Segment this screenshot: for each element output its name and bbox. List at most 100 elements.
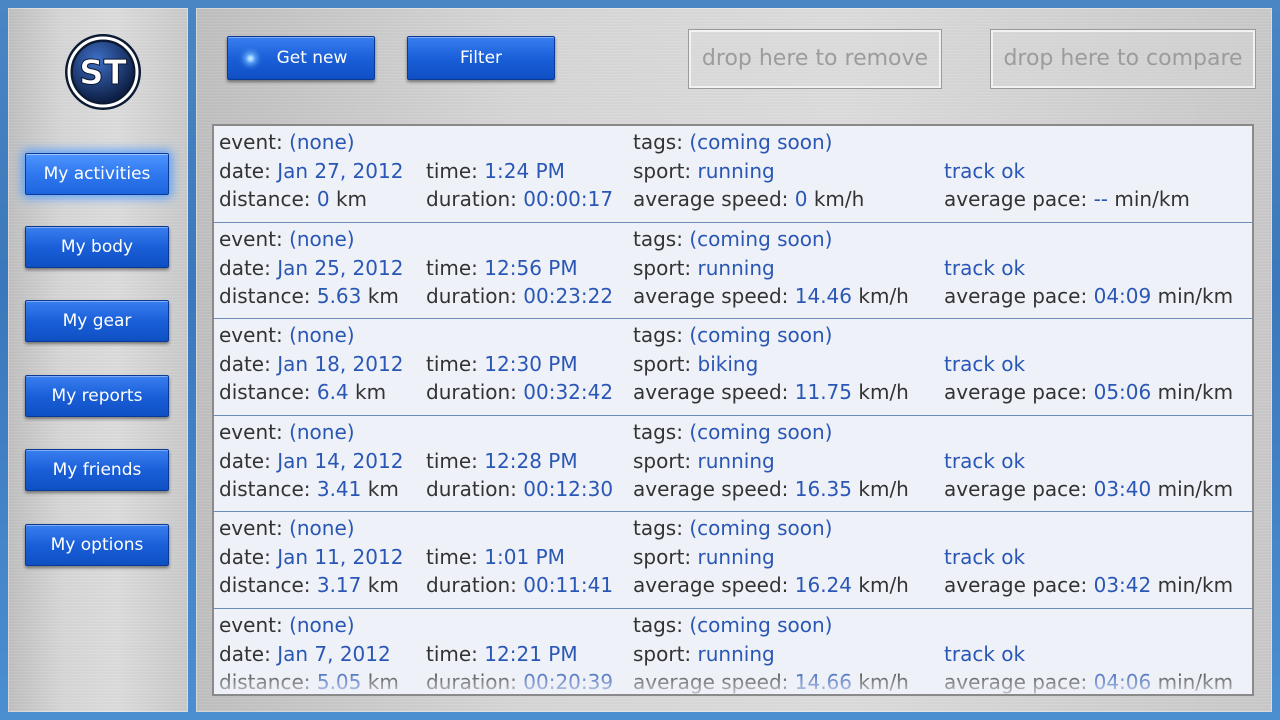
tags-label: tags: xyxy=(633,516,683,541)
average-pace-field: average pace: 05:06 min/km xyxy=(944,380,1233,404)
date-value: Jan 7, 2012 xyxy=(277,641,391,666)
average-pace-field: average pace: 03:42 min/km xyxy=(944,573,1233,597)
track-status-value[interactable]: track ok xyxy=(944,159,1025,183)
activity-row[interactable]: event: (none) tags: (coming soon) date: Ja… xyxy=(214,126,1252,223)
distance-value: 3.41 xyxy=(316,476,362,501)
time-label: time: xyxy=(426,545,478,570)
date-value: Jan 18, 2012 xyxy=(277,352,404,377)
activity-row[interactable]: event: (none) tags: (coming soon) date: Ja… xyxy=(214,416,1252,513)
sidebar-item-my-friends[interactable]: My friends xyxy=(25,449,169,491)
distance-label: distance: xyxy=(219,283,311,308)
get-new-button[interactable]: Get new xyxy=(227,36,375,80)
sidebar-item-my-reports[interactable]: My reports xyxy=(25,375,169,417)
distance-unit: km xyxy=(335,187,368,211)
activity-row[interactable]: event: (none) tags: (coming soon) date: Ja… xyxy=(214,512,1252,609)
tags-label: tags: xyxy=(633,130,683,154)
distance-unit: km xyxy=(367,573,399,598)
track-status-field: track ok xyxy=(944,449,1025,473)
app-logo: ST xyxy=(63,32,143,112)
track-status-field: track ok xyxy=(944,545,1025,569)
track-status-value[interactable]: track ok xyxy=(944,256,1025,280)
distance-value: 5.05 xyxy=(316,669,362,694)
distance-value: 3.17 xyxy=(316,573,362,598)
drop-zone-remove[interactable]: drop here to remove xyxy=(688,29,942,89)
date-field: date: Jan 7, 2012 xyxy=(219,642,391,666)
event-field: event: (none) xyxy=(219,613,355,637)
event-field: event: (none) xyxy=(219,227,355,251)
distance-field: distance: 3.41 km xyxy=(219,477,399,501)
date-field: date: Jan 27, 2012 xyxy=(219,159,403,183)
track-status-value[interactable]: track ok xyxy=(944,449,1025,473)
tags-value: (coming soon) xyxy=(689,516,833,541)
duration-value: 00:32:42 xyxy=(523,380,614,405)
event-label: event: xyxy=(219,323,283,348)
time-label: time: xyxy=(426,352,478,377)
average-pace-value: 04:06 xyxy=(1093,669,1152,694)
duration-label: duration: xyxy=(426,476,517,501)
average-pace-field: average pace: -- min/km xyxy=(944,187,1190,211)
time-value: 1:24 PM xyxy=(484,159,565,183)
activity-list[interactable]: event: (none) tags: (coming soon) date: Ja… xyxy=(212,124,1254,696)
average-pace-value: 05:06 xyxy=(1093,380,1152,405)
tags-value: (coming soon) xyxy=(689,130,833,154)
event-value: (none) xyxy=(289,323,355,348)
average-speed-label: average speed: xyxy=(633,573,789,598)
time-label: time: xyxy=(426,159,478,183)
average-pace-label: average pace: xyxy=(944,669,1088,694)
distance-value: 6.4 xyxy=(316,380,349,405)
sidebar-item-my-options[interactable]: My options xyxy=(25,524,169,566)
duration-field: duration: 00:20:39 xyxy=(426,670,613,694)
distance-unit: km xyxy=(355,380,387,405)
duration-field: duration: 00:11:41 xyxy=(426,573,613,597)
filter-button[interactable]: Filter xyxy=(407,36,555,80)
sidebar-item-my-activities[interactable]: My activities xyxy=(25,153,169,195)
track-status-value[interactable]: track ok xyxy=(944,642,1025,666)
drop-zone-compare[interactable]: drop here to compare xyxy=(990,29,1256,89)
duration-value: 00:00:17 xyxy=(523,187,614,211)
event-field: event: (none) xyxy=(219,516,355,540)
average-speed-field: average speed: 14.66 km/h xyxy=(633,670,909,694)
time-value: 12:28 PM xyxy=(484,448,578,473)
activity-row[interactable]: event: (none) tags: (coming soon) date: Ja… xyxy=(214,223,1252,320)
time-value: 12:30 PM xyxy=(484,352,578,377)
average-pace-unit: min/km xyxy=(1157,283,1234,308)
tags-label: tags: xyxy=(633,323,683,348)
track-status-value[interactable]: track ok xyxy=(944,352,1025,376)
time-label: time: xyxy=(426,255,478,280)
time-field: time: 12:56 PM xyxy=(426,256,578,280)
time-field: time: 12:28 PM xyxy=(426,449,578,473)
duration-field: duration: 00:32:42 xyxy=(426,380,613,404)
activity-row[interactable]: event: (none) tags: (coming soon) date: Ja… xyxy=(214,319,1252,416)
sidebar-item-my-body[interactable]: My body xyxy=(25,226,169,268)
average-pace-unit: min/km xyxy=(1157,380,1234,405)
average-speed-unit: km/h xyxy=(858,669,909,694)
sport-field: sport: running xyxy=(633,256,775,280)
track-status-value[interactable]: track ok xyxy=(944,545,1025,569)
sport-field: sport: running xyxy=(633,642,775,666)
average-pace-value: 04:09 xyxy=(1093,283,1152,308)
tags-value: (coming soon) xyxy=(689,323,833,348)
average-pace-value: 03:42 xyxy=(1093,573,1152,598)
sport-value: running xyxy=(697,545,775,570)
average-pace-value: 03:40 xyxy=(1093,476,1152,501)
date-label: date: xyxy=(219,545,271,570)
average-speed-field: average speed: 11.75 km/h xyxy=(633,380,909,404)
distance-field: distance: 3.17 km xyxy=(219,573,399,597)
sport-value: running xyxy=(697,448,775,473)
activity-row[interactable]: event: (none) tags: (coming soon) date: Ja… xyxy=(214,609,1252,694)
date-label: date: xyxy=(219,641,271,666)
tags-field: tags: (coming soon) xyxy=(633,516,833,540)
tags-field: tags: (coming soon) xyxy=(633,420,833,444)
date-field: date: Jan 14, 2012 xyxy=(219,449,403,473)
sidebar-item-my-gear[interactable]: My gear xyxy=(25,300,169,342)
date-value: Jan 14, 2012 xyxy=(277,448,404,473)
sport-value: biking xyxy=(697,352,759,377)
tags-value: (coming soon) xyxy=(689,419,833,444)
time-value: 1:01 PM xyxy=(484,545,565,570)
sport-label: sport: xyxy=(633,352,692,377)
tags-value: (coming soon) xyxy=(689,612,833,637)
sport-field: sport: running xyxy=(633,159,775,183)
duration-label: duration: xyxy=(426,283,517,308)
duration-label: duration: xyxy=(426,187,517,211)
date-label: date: xyxy=(219,448,271,473)
